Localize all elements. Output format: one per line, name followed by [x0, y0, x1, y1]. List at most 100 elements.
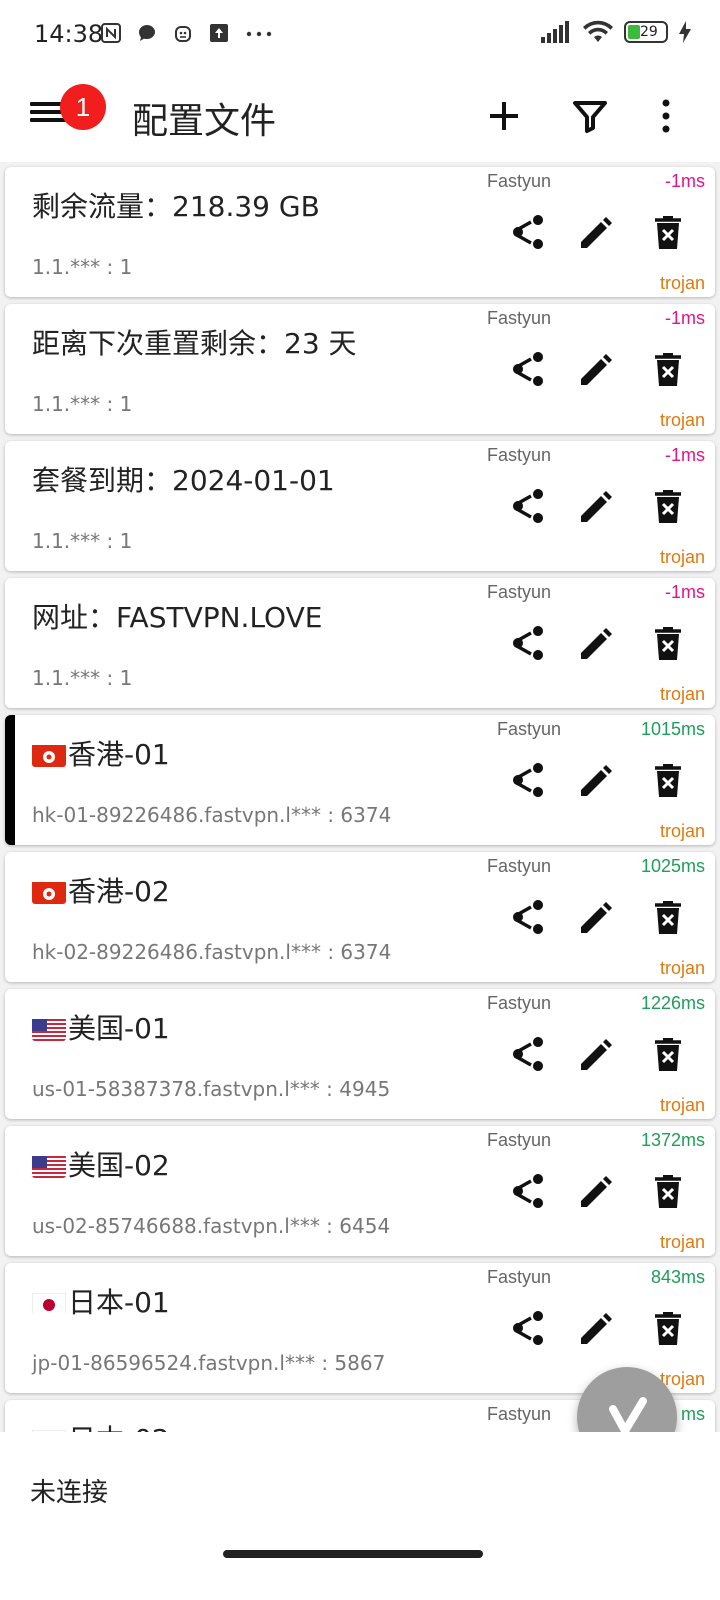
profile-delay: -1ms	[665, 445, 705, 465]
delete-icon[interactable]	[647, 1170, 689, 1212]
profile-delay: 843ms	[650, 1267, 705, 1287]
profile-actions	[503, 485, 689, 527]
profile-card[interactable]: 香港-01 hk-01-89226486.fastvpn.l*** : 6374 F…	[5, 715, 715, 845]
bottom-bar: 未连接	[0, 1432, 720, 1600]
profile-protocol: trojan	[659, 273, 705, 293]
share-icon[interactable]	[503, 211, 545, 253]
share-icon[interactable]	[503, 896, 545, 938]
share-icon[interactable]	[503, 348, 545, 390]
profile-actions	[503, 759, 689, 801]
share-icon[interactable]	[503, 622, 545, 664]
profile-name-text: 香港-02	[68, 875, 170, 908]
connection-status[interactable]: 未连接	[30, 1472, 108, 1509]
edit-icon[interactable]	[575, 211, 617, 253]
status-time: 14:38	[34, 20, 104, 48]
profile-name: 日本-02	[32, 1418, 170, 1432]
delete-icon[interactable]	[647, 622, 689, 664]
profile-protocol: trojan	[659, 547, 705, 567]
profile-actions	[503, 1170, 689, 1212]
more-notifications-icon	[246, 31, 272, 37]
profile-name: 网址：FASTVPN.LOVE	[32, 596, 322, 636]
profile-delay: 1025ms	[640, 856, 705, 876]
delete-icon[interactable]	[647, 1307, 689, 1349]
share-icon[interactable]	[503, 1033, 545, 1075]
profile-list[interactable]: 剩余流量：218.39 GB 1.1.*** : 1 Fastyun -1ms troj…	[0, 162, 720, 1432]
share-icon[interactable]	[503, 1307, 545, 1349]
edit-icon[interactable]	[575, 1170, 617, 1212]
notification-icons	[100, 22, 274, 44]
page-title: 配置文件	[132, 101, 277, 142]
delete-icon[interactable]	[647, 485, 689, 527]
battery-icon: 29	[624, 21, 668, 43]
profile-name: 美国-02	[32, 1144, 170, 1184]
profile-name: 套餐到期：2024-01-01	[32, 459, 335, 499]
flag-hk-icon	[32, 743, 66, 767]
edit-icon[interactable]	[575, 759, 617, 801]
profile-name-text: 网址：FASTVPN.LOVE	[32, 601, 323, 634]
more-vert-icon[interactable]	[646, 96, 686, 136]
filter-icon[interactable]	[570, 96, 610, 136]
profile-name: 日本-01	[32, 1281, 170, 1321]
profile-delay: -1ms	[665, 308, 705, 328]
profile-address: hk-01-89226486.fastvpn.l*** : 6374	[32, 803, 392, 827]
profile-group: Fastyun	[487, 1267, 552, 1287]
edit-icon[interactable]	[575, 896, 617, 938]
profile-name-text: 距离下次重置剩余：23 天	[32, 327, 357, 360]
profile-actions	[503, 1307, 689, 1349]
flag-hk-icon	[32, 880, 66, 904]
edit-icon[interactable]	[575, 1033, 617, 1075]
profile-group: Fastyun	[487, 993, 552, 1013]
profile-group: Fastyun	[487, 1404, 552, 1424]
edit-icon[interactable]	[575, 622, 617, 664]
delete-icon[interactable]	[647, 759, 689, 801]
profile-protocol: trojan	[659, 1095, 705, 1115]
app-bar: 1 配置文件	[0, 72, 720, 162]
profile-actions	[503, 896, 689, 938]
profile-name: 香港-01	[32, 733, 170, 773]
notification-badge: 1	[60, 84, 106, 130]
profile-name-text: 剩余流量：218.39 GB	[32, 190, 320, 223]
delete-icon[interactable]	[647, 211, 689, 253]
add-icon[interactable]	[484, 96, 524, 136]
wifi-icon	[583, 20, 613, 42]
profile-card[interactable]: 美国-02 us-02-85746688.fastvpn.l*** : 6454 F…	[5, 1126, 715, 1256]
profile-delay: -1ms	[665, 582, 705, 602]
edit-icon[interactable]	[575, 1307, 617, 1349]
profile-delay: 1226ms	[640, 993, 705, 1013]
profile-address: 1.1.*** : 1	[32, 666, 133, 690]
edit-icon[interactable]	[575, 348, 617, 390]
delete-icon[interactable]	[647, 896, 689, 938]
profile-card[interactable]: 香港-02 hk-02-89226486.fastvpn.l*** : 6374 F…	[5, 852, 715, 982]
profile-card[interactable]: 距离下次重置剩余：23 天 1.1.*** : 1 Fastyun -1ms troja…	[5, 304, 715, 434]
profile-actions	[503, 1033, 689, 1075]
flag-us-icon	[32, 1154, 66, 1178]
delete-icon[interactable]	[647, 348, 689, 390]
edit-icon[interactable]	[575, 485, 617, 527]
profile-address: us-02-85746688.fastvpn.l*** : 6454	[32, 1214, 391, 1238]
signal-icon	[541, 21, 569, 43]
delete-icon[interactable]	[647, 1033, 689, 1075]
profile-name-text: 美国-01	[68, 1012, 170, 1045]
share-icon[interactable]	[503, 485, 545, 527]
profile-actions	[503, 348, 689, 390]
profile-delay: ms	[681, 1404, 705, 1424]
message-icon	[139, 25, 155, 41]
share-icon[interactable]	[503, 759, 545, 801]
profile-group: Fastyun	[487, 308, 552, 328]
profile-group: Fastyun	[487, 445, 552, 465]
profile-protocol: trojan	[659, 410, 705, 430]
profile-delay: 1372ms	[640, 1130, 705, 1150]
profile-address: us-01-58387378.fastvpn.l*** : 4945	[32, 1077, 391, 1101]
profile-card[interactable]: 剩余流量：218.39 GB 1.1.*** : 1 Fastyun -1ms troj…	[5, 167, 715, 297]
flag-us-icon	[32, 1017, 66, 1041]
share-icon[interactable]	[503, 1170, 545, 1212]
profile-protocol: trojan	[659, 821, 705, 841]
profile-card[interactable]: 套餐到期：2024-01-01 1.1.*** : 1 Fastyun -1ms tro…	[5, 441, 715, 571]
profile-card[interactable]: 网址：FASTVPN.LOVE 1.1.*** : 1 Fastyun -1ms tro…	[5, 578, 715, 708]
home-indicator[interactable]	[223, 1550, 483, 1558]
profile-actions	[503, 211, 689, 253]
profile-group: Fastyun	[497, 719, 562, 739]
profile-actions	[503, 622, 689, 664]
profile-group: Fastyun	[487, 856, 552, 876]
profile-card[interactable]: 美国-01 us-01-58387378.fastvpn.l*** : 4945 F…	[5, 989, 715, 1119]
